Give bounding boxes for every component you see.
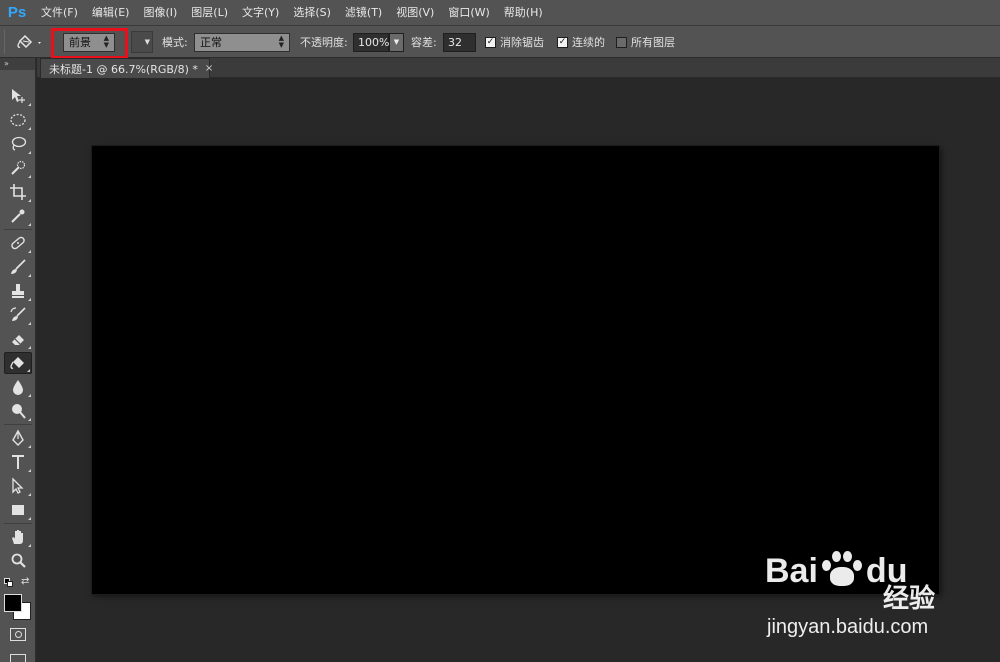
opacity-value[interactable]: 100% — [353, 32, 389, 52]
mode-select[interactable]: 正常 ▲ ▼ — [194, 26, 290, 58]
menu-file[interactable]: 文件(F) — [34, 0, 85, 26]
updown-arrow-icon: ▲ ▼ — [278, 34, 284, 49]
mode-label: 模式: — [162, 36, 188, 49]
pen-icon[interactable] — [4, 427, 32, 449]
foreground-color-swatch[interactable] — [4, 594, 22, 612]
menu-bar: Ps 文件(F) 编辑(E) 图像(I) 图层(L) 文字(Y) 选择(S) 滤… — [0, 0, 1000, 26]
screen-mode-icon[interactable] — [10, 654, 26, 662]
tool-preset-picker[interactable] — [14, 26, 44, 58]
tools-panel: » ⇄ — [0, 58, 36, 662]
move-icon[interactable] — [4, 85, 32, 107]
jingyan-text: 经验 — [883, 584, 936, 614]
menu-layer[interactable]: 图层(L) — [184, 0, 235, 26]
crop-icon[interactable] — [4, 181, 32, 203]
opacity-label: 不透明度: — [300, 36, 348, 49]
marquee-icon[interactable] — [4, 109, 32, 131]
contiguous-checkbox[interactable]: ✓ 连续的 — [557, 26, 605, 58]
tolerance-input[interactable]: 32 — [443, 32, 476, 52]
menu-filter[interactable]: 滤镜(T) — [338, 0, 389, 26]
opacity-dropdown-button[interactable]: ▼ — [389, 32, 404, 52]
menu-type[interactable]: 文字(Y) — [235, 0, 286, 26]
quick-select-icon[interactable] — [4, 157, 32, 179]
tool-divider — [4, 424, 32, 425]
baidu-logo-left: Bai — [765, 552, 818, 590]
photoshop-logo: Ps — [7, 4, 27, 21]
menu-select[interactable]: 选择(S) — [286, 0, 338, 26]
all-layers-checkbox[interactable]: 所有图层 — [616, 26, 675, 58]
menu-image[interactable]: 图像(I) — [136, 0, 184, 26]
annotation-highlight-box — [51, 28, 128, 59]
menu-help[interactable]: 帮助(H) — [497, 0, 550, 26]
swap-colors-icon[interactable]: ⇄ — [21, 576, 29, 587]
rectangle-icon[interactable] — [4, 499, 32, 521]
document-canvas[interactable] — [92, 146, 939, 594]
eyedropper-icon[interactable] — [4, 205, 32, 227]
contiguous-label: 连续的 — [572, 36, 605, 49]
document-title: 未标题-1 @ 66.7%(RGB/8) * — [49, 62, 198, 76]
zoom-icon[interactable] — [4, 550, 32, 572]
menu-edit[interactable]: 编辑(E) — [85, 0, 137, 26]
document-tab-bar: 未标题-1 @ 66.7%(RGB/8) * × — [37, 58, 1000, 78]
antialias-label: 消除锯齿 — [500, 36, 544, 49]
antialias-checkbox[interactable]: ✓ 消除锯齿 — [485, 26, 544, 58]
chevron-down-icon: ▼ — [144, 38, 150, 46]
brush-icon[interactable] — [4, 256, 32, 278]
hand-icon[interactable] — [4, 526, 32, 548]
pattern-picker[interactable]: ▼ — [131, 26, 153, 58]
panel-collapse-icon[interactable]: » — [0, 58, 35, 70]
menu-window[interactable]: 窗口(W) — [441, 0, 496, 26]
options-grip — [4, 30, 5, 54]
menu-view[interactable]: 视图(V) — [389, 0, 441, 26]
history-brush-icon[interactable] — [4, 304, 32, 326]
baidu-jingyan-watermark: Bai du 经验 jingyan.baidu.com — [765, 548, 975, 648]
tool-divider — [4, 523, 32, 524]
tolerance-label: 容差: — [411, 36, 437, 49]
all-layers-label: 所有图层 — [631, 36, 675, 49]
mode-value: 正常 — [200, 36, 222, 49]
path-select-icon[interactable] — [4, 475, 32, 497]
opacity-input[interactable]: 100% ▼ — [353, 26, 404, 58]
eraser-icon[interactable] — [4, 328, 32, 350]
checkbox-unchecked-icon — [616, 36, 627, 48]
options-bar: 前景 ▲ ▼ ▼ 模式: 正常 ▲ ▼ 不透明度: 100% ▼ 容差: 32 ✓ … — [0, 26, 1000, 58]
chevron-down-icon: ▼ — [393, 38, 400, 46]
checkbox-checked-icon: ✓ — [485, 36, 496, 48]
healing-brush-icon[interactable] — [4, 232, 32, 254]
paint-bucket-icon[interactable] — [4, 352, 32, 374]
blur-icon[interactable] — [4, 376, 32, 398]
close-icon[interactable]: × — [205, 63, 213, 74]
jingyan-url: jingyan.baidu.com — [767, 616, 929, 638]
dodge-icon[interactable] — [4, 400, 32, 422]
baidu-paw-icon — [819, 548, 865, 588]
clone-stamp-icon[interactable] — [4, 280, 32, 302]
tool-divider — [4, 229, 32, 230]
document-tab[interactable]: 未标题-1 @ 66.7%(RGB/8) * × — [40, 58, 213, 78]
paint-bucket-icon — [17, 34, 41, 49]
lasso-icon[interactable] — [4, 133, 32, 155]
checkbox-checked-icon: ✓ — [557, 36, 568, 48]
default-colors-icon[interactable] — [4, 578, 14, 588]
quick-mask-icon[interactable] — [10, 628, 26, 641]
type-icon[interactable] — [4, 451, 32, 473]
